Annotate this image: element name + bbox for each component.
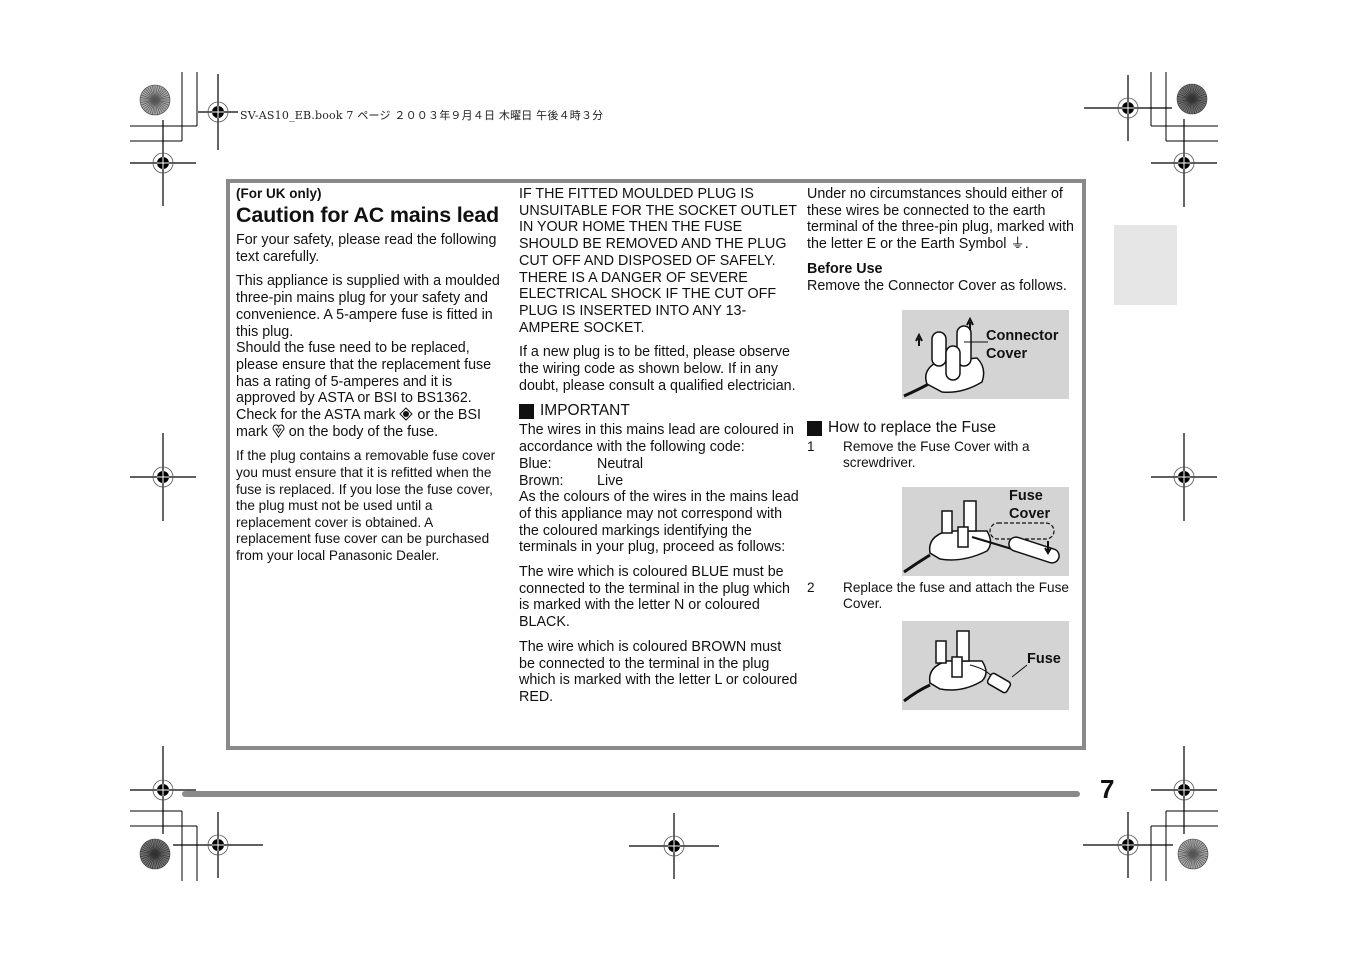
square-bullet-icon	[807, 420, 822, 436]
label-line: Cover	[1009, 506, 1051, 522]
fuse-label: Fuse	[1027, 651, 1061, 667]
warning-cut-off: IF THE FITTED MOULDED PLUG IS UNSUITABLE…	[519, 186, 797, 269]
footer-rule	[182, 791, 1080, 797]
before-use-text: Remove the Connector Cover as follows.	[807, 277, 1067, 294]
page-number: 7	[1100, 774, 1115, 804]
connector-cover-figure: Connector Cover	[902, 310, 1069, 399]
column-caution: (For UK only) Caution for AC mains lead …	[236, 186, 506, 573]
plug-paragraph: This appliance is supplied with a moulde…	[236, 273, 500, 340]
fuse-paragraph: Should the fuse need to be replaced, ple…	[236, 340, 506, 440]
important-label: IMPORTANT	[540, 402, 630, 420]
asta-mark-icon	[399, 407, 414, 423]
wire-colour: Brown:	[519, 472, 564, 489]
step-2: 2 Replace the fuse and attach the Fuse C…	[807, 580, 1077, 611]
fuse-section: How to replace the Fuse 1 Remove the Fus…	[807, 419, 1077, 470]
earth-note: Under no circumstances should either of …	[807, 186, 1077, 253]
fuse-heading: How to replace the Fuse	[807, 419, 1077, 437]
step-2-container: 2 Replace the fuse and attach the Fuse C…	[807, 580, 1077, 611]
before-use-heading: Before Use	[807, 260, 883, 277]
label-line: Fuse	[1009, 488, 1043, 504]
wire-colour: Blue:	[519, 455, 552, 472]
fuse-cover-paragraph: If the plug contains a removable fuse co…	[236, 448, 496, 563]
column-wiring: IF THE FITTED MOULDED PLUG IS UNSUITABLE…	[519, 186, 799, 714]
label-line: Connector	[986, 328, 1059, 344]
square-bullet-icon	[519, 403, 534, 419]
region-note: (For UK only)	[236, 186, 322, 201]
step-text: Replace the fuse and attach the Fuse Cov…	[843, 580, 1069, 611]
brown-wire-rule: The wire which is coloured BROWN must be…	[519, 638, 798, 705]
label-line: Cover	[986, 346, 1028, 362]
step-number: 2	[807, 580, 815, 595]
colours-note: As the colours of the wires in the mains…	[519, 489, 799, 556]
fuse-cover-label: Fuse Cover	[1009, 487, 1050, 523]
section-tab	[1114, 225, 1177, 305]
wire-meaning: Neutral	[597, 455, 644, 472]
connector-cover-label: Connector Cover	[986, 327, 1059, 363]
fuse-text-c: on the body of the fuse.	[284, 423, 439, 440]
earth-symbol-icon: ⏚	[1010, 236, 1025, 253]
warning-shock: THERE IS A DANGER OF SEVERE ELECTRICAL S…	[519, 269, 777, 336]
print-header: SV-AS10_EB.book 7 ページ ２００３年９月４日 木曜日 午後４時…	[240, 109, 604, 122]
step-number: 1	[807, 439, 815, 454]
bsi-mark-icon	[272, 424, 285, 440]
wire-meaning: Live	[597, 472, 624, 489]
fuse-heading-label: How to replace the Fuse	[828, 419, 997, 436]
column-fuse: Under no circumstances should either of …	[807, 186, 1077, 294]
new-plug-text: If a new plug is to be fitted, please ob…	[519, 344, 796, 394]
step-text: Remove the Fuse Cover with a screwdriver…	[843, 439, 1030, 470]
step-1: 1 Remove the Fuse Cover with a screwdriv…	[807, 439, 1077, 470]
earth-note-end: .	[1024, 236, 1029, 253]
fuse-cover-figure: Fuse Cover	[902, 487, 1069, 576]
intro-text: For your safety, please read the followi…	[236, 232, 497, 265]
important-heading: IMPORTANT	[519, 402, 799, 420]
wire-intro: The wires in this mains lead are coloure…	[519, 422, 794, 456]
wire-row-brown: Brown: Live	[519, 473, 799, 490]
fuse-figure: Fuse	[902, 621, 1069, 710]
blue-wire-rule: The wire which is coloured BLUE must be …	[519, 564, 791, 631]
wire-row-blue: Blue: Neutral	[519, 456, 799, 473]
earth-note-text: Under no circumstances should either of …	[807, 186, 1075, 253]
page-title: Caution for AC mains lead	[236, 203, 499, 227]
